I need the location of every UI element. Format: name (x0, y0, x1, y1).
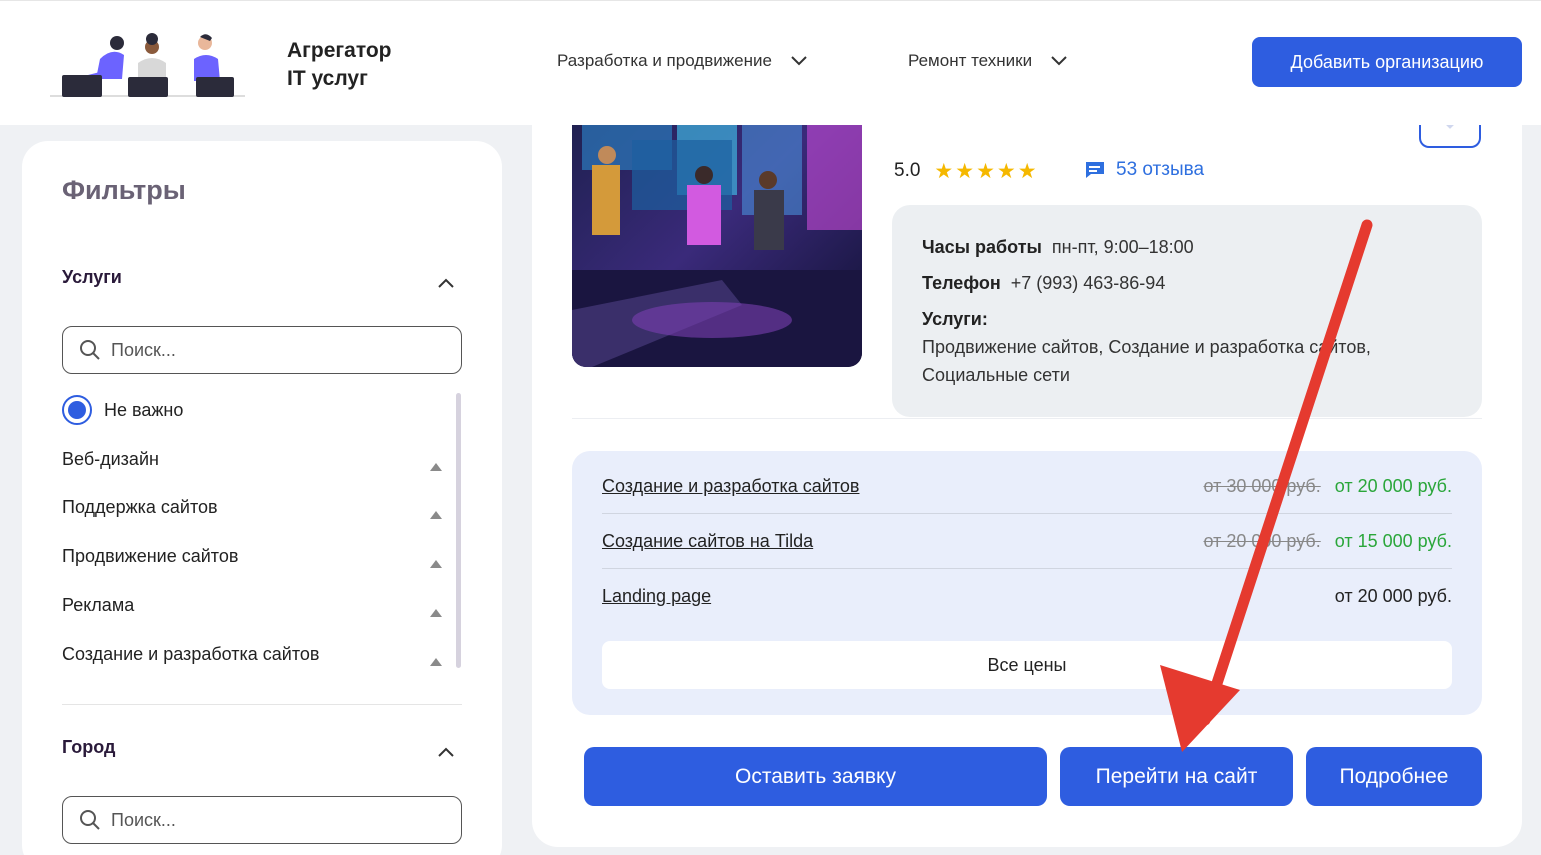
add-organization-button[interactable]: Добавить организацию (1252, 37, 1522, 87)
new-price: от 20 000 руб. (1334, 475, 1452, 496)
nav-repair[interactable]: Ремонт техники (908, 51, 1068, 71)
star-icon: ★ (976, 159, 995, 183)
radio-button-checked[interactable] (62, 395, 92, 425)
rating-stars: ★ ★ ★ ★ ★ (934, 161, 1036, 182)
star-icon: ★ (996, 159, 1016, 183)
triangle-up-icon[interactable] (430, 511, 442, 519)
service-option-label: Поддержка сайтов (62, 497, 218, 517)
price-values: от 20 000 руб. от 15 000 руб. (1204, 531, 1453, 552)
divider (572, 418, 1482, 419)
price-service-link[interactable]: Создание сайтов на Tilda (602, 531, 813, 552)
city-search-input[interactable] (111, 809, 411, 831)
reviews-count: 53 отзыва (1116, 159, 1205, 180)
old-price: от 30 000 руб. (1203, 475, 1321, 496)
all-prices-button[interactable]: Все цены (602, 641, 1452, 689)
phone-value[interactable]: +7 (993) 463-86-94 (1011, 273, 1166, 293)
filters-sidebar: Фильтры Услуги Не важно Веб-дизайн Подде… (22, 141, 502, 855)
visit-website-button[interactable]: Перейти на сайт (1060, 747, 1293, 806)
service-option-promotion[interactable]: Продвижение сайтов (62, 546, 442, 568)
services-search-box[interactable] (62, 326, 462, 374)
star-icon: ★ (1017, 159, 1037, 183)
radio-any-label: Не важно (104, 399, 184, 420)
chevron-up-icon[interactable] (437, 746, 455, 758)
city-section-title[interactable]: Город (62, 737, 115, 758)
logo-line-1: Агрегатор (287, 39, 392, 62)
price-list: Создание и разработка сайтов от 30 000 р… (572, 451, 1482, 715)
triangle-up-icon[interactable] (430, 609, 442, 617)
logo-line-2: IT услуг (287, 67, 368, 90)
logo-illustration[interactable] (50, 29, 245, 101)
new-price: от 15 000 руб. (1334, 530, 1452, 551)
company-card: 5.0 ★ ★ ★ ★ ★ 53 отзыва Часы работы пн-п… (532, 80, 1522, 847)
filters-title: Фильтры (62, 175, 186, 205)
services-line-1: Продвижение сайтов, Создание и разработк… (922, 337, 1371, 357)
triangle-up-icon[interactable] (430, 560, 442, 568)
search-icon (80, 340, 100, 360)
reviews-link[interactable]: 53 отзыва (1084, 159, 1204, 181)
old-price: от 20 000 руб. (1203, 530, 1321, 551)
chevron-up-icon[interactable] (437, 277, 455, 289)
company-info: Часы работы пн-пт, 9:00–18:00 Телефон +7… (892, 205, 1482, 417)
services-section-title[interactable]: Услуги (62, 267, 122, 288)
service-option-support[interactable]: Поддержка сайтов (62, 497, 442, 519)
star-icon: ★ (934, 159, 954, 183)
rating-value: 5.0 (894, 160, 921, 181)
service-option-ads[interactable]: Реклама (62, 595, 442, 617)
city-search-box[interactable] (62, 796, 462, 844)
nav-development[interactable]: Разработка и продвижение (557, 51, 808, 71)
price-service-link[interactable]: Создание и разработка сайтов (602, 476, 859, 497)
phone-label: Телефон (922, 273, 1001, 293)
rating: 5.0 ★ ★ ★ ★ ★ (894, 160, 1037, 182)
nav-development-label: Разработка и продвижение (557, 51, 772, 70)
services-line-2: Социальные сети (922, 365, 1070, 385)
site-header: Агрегатор IT услуг Разработка и продвиже… (0, 0, 1541, 125)
service-option-web-design[interactable]: Веб-дизайн (62, 449, 442, 471)
service-option-label: Веб-дизайн (62, 449, 159, 469)
price-row: Создание и разработка сайтов от 30 000 р… (602, 459, 1452, 514)
price-row: Создание сайтов на Tilda от 20 000 руб. … (602, 514, 1452, 569)
comment-icon (1086, 162, 1104, 178)
price-row: Landing page от 20 000 руб. (602, 569, 1452, 624)
chevron-down-icon (791, 56, 807, 66)
services-search-input[interactable] (111, 339, 411, 361)
service-option-development[interactable]: Создание и разработка сайтов (62, 644, 442, 666)
logo-text[interactable]: Агрегатор IT услуг (287, 37, 392, 93)
hours-value: пн-пт, 9:00–18:00 (1051, 237, 1194, 257)
star-icon: ★ (955, 159, 975, 183)
service-option-label: Создание и разработка сайтов (62, 644, 320, 664)
price: от 20 000 руб. (1334, 586, 1452, 606)
search-icon (80, 810, 100, 830)
triangle-up-icon[interactable] (430, 658, 442, 666)
phone-row: Телефон +7 (993) 463-86-94 (922, 269, 1452, 297)
details-button[interactable]: Подробнее (1306, 747, 1482, 806)
hours-label: Часы работы (922, 237, 1042, 257)
hours-row: Часы работы пн-пт, 9:00–18:00 (922, 233, 1452, 261)
price-service-link[interactable]: Landing page (602, 586, 711, 607)
chevron-down-icon (1051, 56, 1067, 66)
triangle-up-icon[interactable] (430, 463, 442, 471)
services-scrollbar[interactable] (456, 393, 461, 668)
radio-any[interactable]: Не важно (62, 395, 183, 425)
nav-repair-label: Ремонт техники (908, 51, 1033, 70)
service-option-label: Реклама (62, 595, 135, 615)
leave-request-button[interactable]: Оставить заявку (584, 747, 1047, 806)
price-values: от 30 000 руб. от 20 000 руб. (1204, 476, 1453, 497)
services-label: Услуги: (922, 309, 988, 329)
divider (62, 704, 462, 705)
service-option-label: Продвижение сайтов (62, 546, 239, 566)
